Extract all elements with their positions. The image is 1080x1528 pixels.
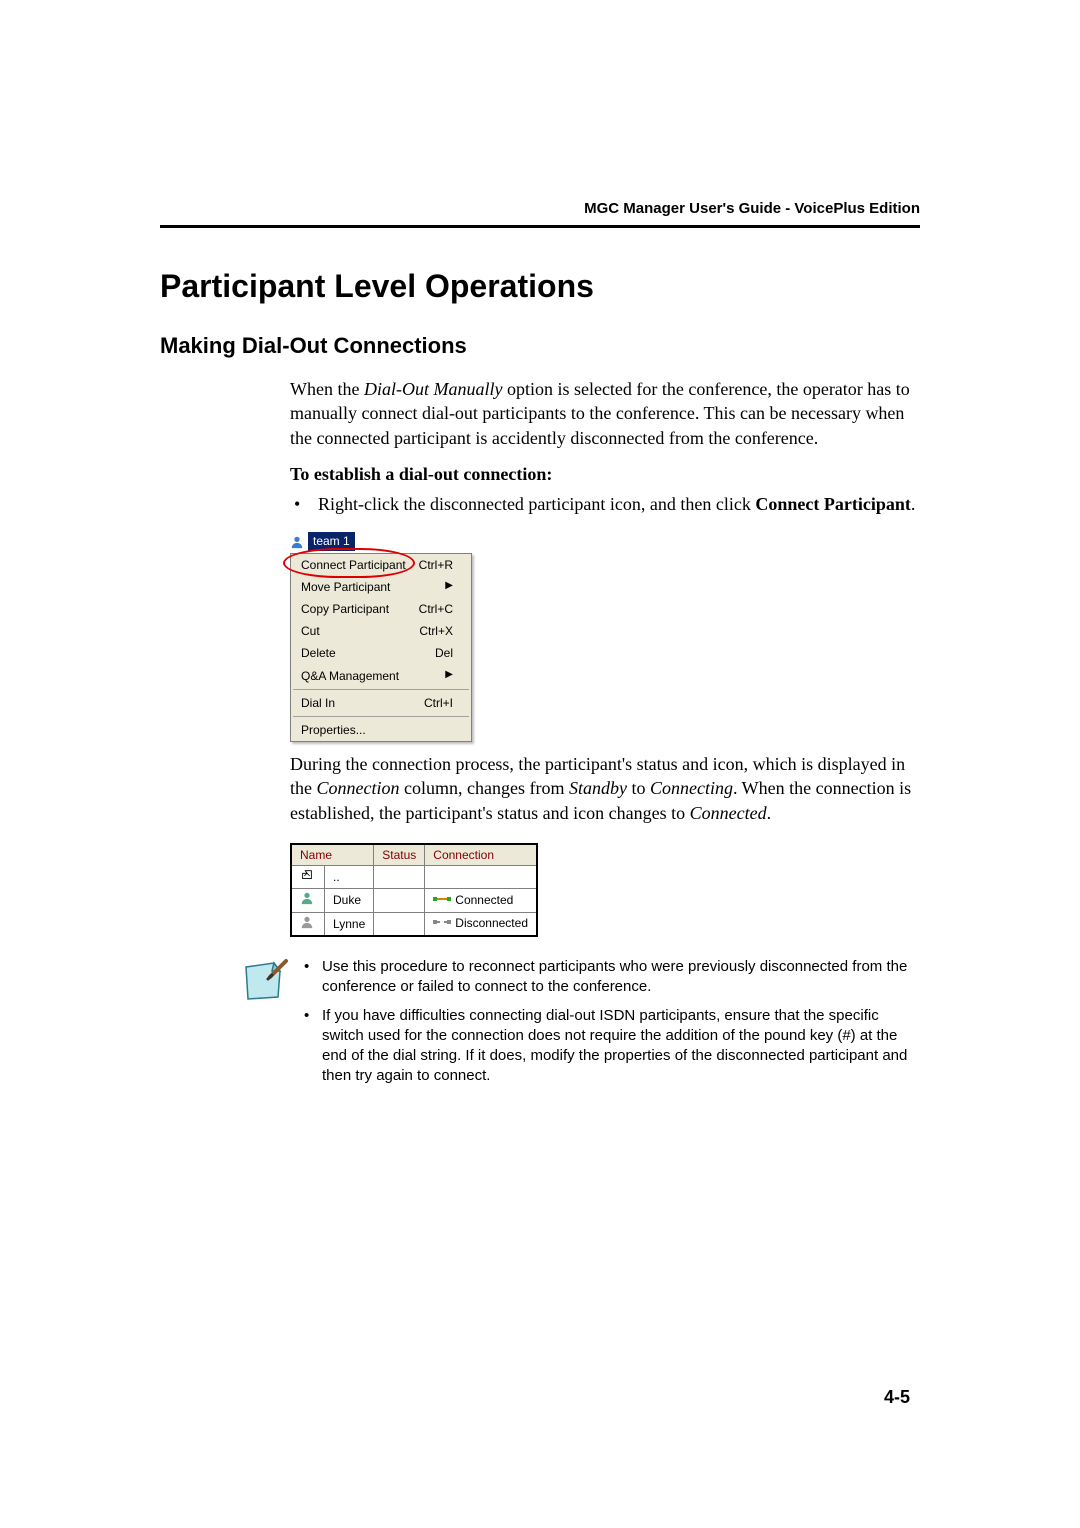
context-menu-figure: team 1 Connect Participant Ctrl+R Move P… <box>290 532 472 742</box>
cell-connection-text: Disconnected <box>455 916 528 930</box>
ctx-label: Cut <box>301 623 320 639</box>
table-row: Lynne Disconnected <box>291 912 537 936</box>
cell-status <box>374 912 425 936</box>
ctx-item-move-participant[interactable]: Move Participant ▶ <box>291 576 471 598</box>
up-level-icon <box>291 866 325 889</box>
step1-post: . <box>911 494 916 514</box>
step1-bold: Connect Participant <box>755 494 910 514</box>
ctx-accel: Ctrl+R <box>419 557 453 573</box>
col-name: Name <box>291 844 374 866</box>
page-number: 4-5 <box>884 1387 910 1408</box>
section-heading: Making Dial-Out Connections <box>160 333 920 359</box>
tree-node-label[interactable]: team 1 <box>308 532 355 550</box>
ctx-accel: Del <box>435 645 453 661</box>
cell-connection-text: Connected <box>455 893 513 907</box>
participant-icon <box>291 889 325 912</box>
ctx-label: Dial In <box>301 695 335 711</box>
connected-icon <box>433 893 451 909</box>
p2-t5: . <box>767 803 772 823</box>
ctx-item-cut[interactable]: Cut Ctrl+X <box>291 620 471 642</box>
ctx-item-properties[interactable]: Properties... <box>291 719 471 741</box>
note-item: Use this procedure to reconnect particip… <box>302 957 920 998</box>
p2-t3: to <box>627 778 650 798</box>
ctx-item-connect-participant[interactable]: Connect Participant Ctrl+R <box>291 554 471 576</box>
table-row: Duke Connected <box>291 889 537 912</box>
ctx-label: Connect Participant <box>301 557 406 573</box>
status-table: Name Status Connection .. Duke <box>290 843 538 937</box>
col-status: Status <box>374 844 425 866</box>
ctx-label: Copy Participant <box>301 601 389 617</box>
intro-pre: When the <box>290 379 364 399</box>
step1-pre: Right-click the disconnected participant… <box>318 494 755 514</box>
cell-connection <box>425 866 537 889</box>
table-header-row: Name Status Connection <box>291 844 537 866</box>
cell-name: Duke <box>325 889 374 912</box>
step-1: Right-click the disconnected participant… <box>290 492 920 516</box>
participant-icon <box>290 535 304 549</box>
ctx-accel: Ctrl+X <box>419 623 453 639</box>
ctx-item-dial-in[interactable]: Dial In Ctrl+I <box>291 692 471 714</box>
submenu-arrow-icon: ▶ <box>445 668 453 684</box>
col-connection: Connection <box>425 844 537 866</box>
cell-status <box>374 889 425 912</box>
p2-i2: Standby <box>569 778 627 798</box>
ctx-label: Delete <box>301 645 336 661</box>
cell-name: Lynne <box>325 912 374 936</box>
intro-paragraph: When the Dial-Out Manually option is sel… <box>290 377 920 450</box>
tree-node: team 1 <box>290 532 472 550</box>
p2-i4: Connected <box>690 803 767 823</box>
cell-connection: Disconnected <box>425 912 537 936</box>
context-menu: Connect Participant Ctrl+R Move Particip… <box>290 553 472 743</box>
ctx-item-copy-participant[interactable]: Copy Participant Ctrl+C <box>291 598 471 620</box>
status-paragraph: During the connection process, the parti… <box>290 752 920 825</box>
ctx-item-delete[interactable]: Delete Del <box>291 642 471 664</box>
intro-em: Dial-Out Manually <box>364 379 502 399</box>
ctx-accel: Ctrl+I <box>424 695 453 711</box>
ctx-label: Q&A Management <box>301 668 399 684</box>
disconnected-icon <box>433 916 451 932</box>
participant-icon <box>291 912 325 936</box>
cell-name: .. <box>325 866 374 889</box>
ctx-separator <box>293 689 469 690</box>
ctx-label: Properties... <box>301 722 366 738</box>
note-item: If you have difficulties connecting dial… <box>302 1006 920 1087</box>
cell-connection: Connected <box>425 889 537 912</box>
status-table-figure: Name Status Connection .. Duke <box>290 843 538 937</box>
p2-t2: column, changes from <box>400 778 569 798</box>
p2-i1: Connection <box>317 778 400 798</box>
p2-i3: Connecting <box>650 778 733 798</box>
note-icon <box>240 957 288 1005</box>
submenu-arrow-icon: ▶ <box>445 579 453 595</box>
ctx-item-qa-management[interactable]: Q&A Management ▶ <box>291 665 471 687</box>
running-header: MGC Manager User's Guide - VoicePlus Edi… <box>160 200 920 225</box>
page-title: Participant Level Operations <box>160 268 920 305</box>
cell-status <box>374 866 425 889</box>
procedure-heading: To establish a dial-out connection: <box>290 462 920 486</box>
ctx-separator <box>293 716 469 717</box>
note-block: Use this procedure to reconnect particip… <box>240 957 920 1095</box>
ctx-accel: Ctrl+C <box>419 601 453 617</box>
ctx-label: Move Participant <box>301 579 390 595</box>
table-row: .. <box>291 866 537 889</box>
header-rule <box>160 225 920 228</box>
